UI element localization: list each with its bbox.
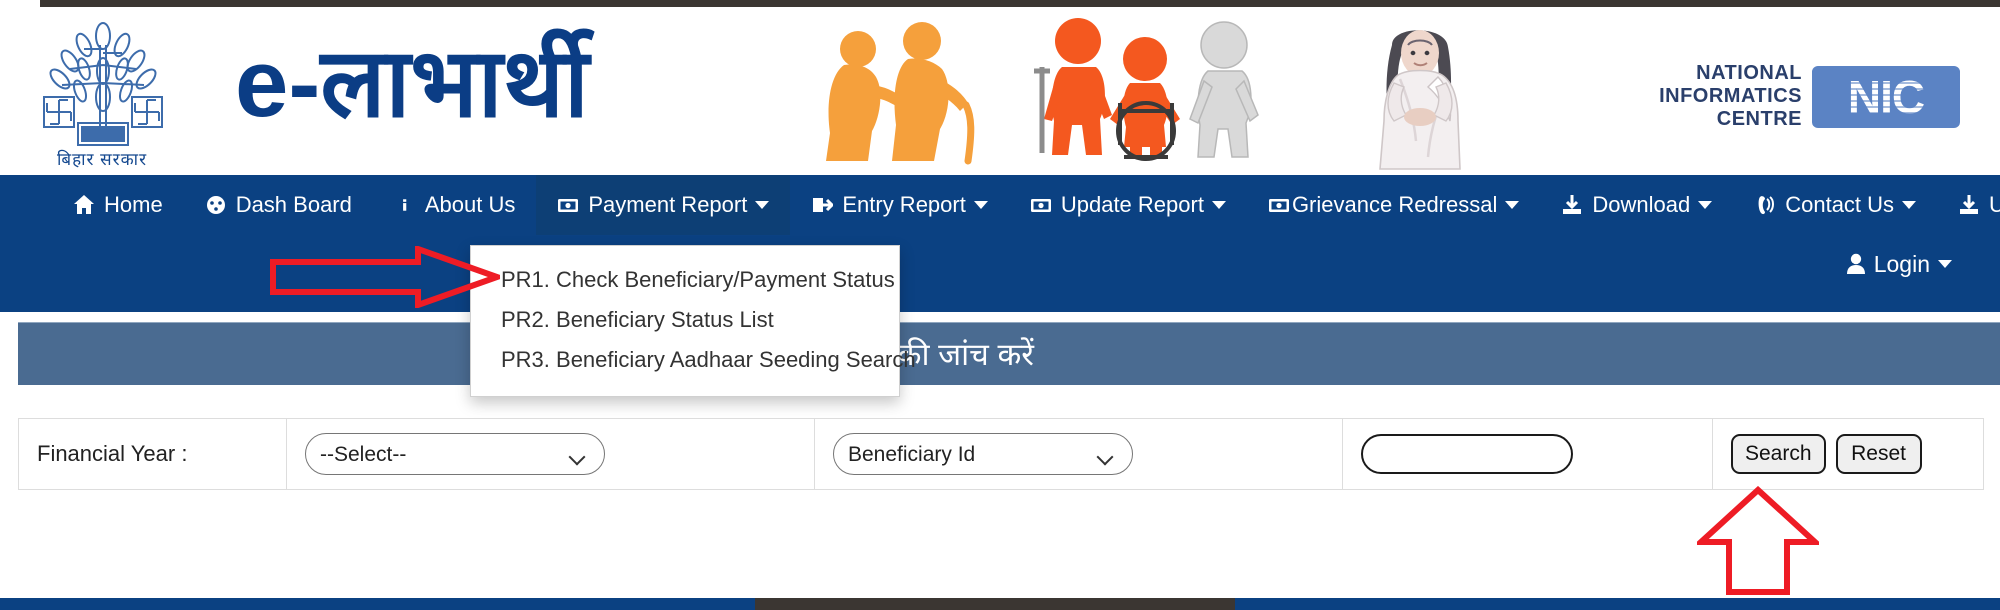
search-button[interactable]: Search bbox=[1731, 434, 1826, 474]
nav-item-about-us[interactable]: About Us bbox=[373, 175, 537, 235]
chevron-down-icon bbox=[1938, 260, 1952, 268]
financial-year-select-cell: --Select-- bbox=[287, 419, 815, 489]
nav-item-contact-us[interactable]: Contact Us bbox=[1733, 175, 1937, 235]
nav-item-label: Dash Board bbox=[235, 192, 352, 217]
woman-in-saree-illustration bbox=[1350, 17, 1490, 175]
money-icon bbox=[1268, 194, 1290, 216]
reset-button[interactable]: Reset bbox=[1835, 434, 1922, 474]
money-icon bbox=[1030, 194, 1052, 216]
form-row: Financial Year : --Select-- Beneficiary … bbox=[19, 419, 1983, 489]
chevron-down-icon bbox=[1505, 201, 1520, 209]
nic-logo: NATIONAL INFORMATICS CENTRE NIC bbox=[1659, 62, 1960, 131]
nav-item-label: Download bbox=[1592, 192, 1691, 217]
dropdown-item-pr1[interactable]: PR1. Check Beneficiary/Payment Status bbox=[471, 260, 899, 300]
nic-line-1: NATIONAL bbox=[1696, 62, 1802, 84]
footer-strip-dark-segment bbox=[755, 598, 1235, 610]
form-actions-cell: Search Reset bbox=[1713, 419, 1983, 489]
navbar-items: Home Dash Board About Us Payment Report Entr… bbox=[0, 175, 2000, 235]
nav-item-user-manual[interactable]: User Manual bbox=[1937, 175, 2000, 235]
nav-item-payment-report[interactable]: Payment Report bbox=[536, 175, 791, 235]
chevron-down-icon bbox=[1698, 201, 1713, 209]
download-icon bbox=[1958, 194, 1980, 216]
brand-dash: - bbox=[288, 30, 321, 137]
page-root: बिहार सरकार e-लाभार्थी NATIONAL INFORMAT… bbox=[0, 0, 2000, 610]
nav-item-label: Contact Us bbox=[1785, 192, 1895, 217]
chevron-down-icon bbox=[973, 201, 988, 209]
nav-item-home[interactable]: Home bbox=[52, 175, 184, 235]
top-strip-left-gap bbox=[0, 0, 40, 7]
dashboard-icon bbox=[205, 194, 227, 216]
login-label: Login bbox=[1873, 250, 1930, 277]
site-banner: बिहार सरकार e-लाभार्थी NATIONAL INFORMAT… bbox=[0, 7, 2000, 175]
brand-hindi: लाभार्थी bbox=[320, 30, 589, 137]
nic-mark-icon: NIC bbox=[1812, 65, 1960, 128]
home-icon bbox=[73, 194, 95, 216]
search-input[interactable] bbox=[1361, 434, 1573, 474]
nav-item-label: Grievance Redressal bbox=[1291, 192, 1498, 217]
top-strip bbox=[0, 0, 2000, 7]
search-type-select-cell: Beneficiary Id bbox=[815, 419, 1343, 489]
nav-item-label: Entry Report bbox=[842, 192, 966, 217]
elderly-couple-illustration bbox=[810, 21, 1010, 171]
annotation-arrow-up bbox=[1693, 485, 1823, 596]
search-value-cell bbox=[1343, 419, 1713, 489]
nic-line-3: CENTRE bbox=[1716, 108, 1802, 130]
nav-item-update-report[interactable]: Update Report bbox=[1009, 175, 1247, 235]
dropdown-item-pr3[interactable]: PR3. Beneficiary Aadhaar Seeding Search bbox=[471, 340, 916, 380]
nav-item-dash-board[interactable]: Dash Board bbox=[184, 175, 373, 235]
emblem-caption: बिहार सरकार bbox=[56, 150, 148, 169]
financial-year-label: Financial Year : bbox=[37, 441, 188, 466]
money-icon bbox=[557, 194, 579, 216]
nav-item-label: About Us bbox=[424, 192, 516, 217]
info-icon bbox=[394, 194, 416, 216]
nav-item-label: Update Report bbox=[1060, 192, 1204, 217]
financial-year-label-cell: Financial Year : bbox=[19, 419, 287, 489]
nic-mark-letters: NIC bbox=[1847, 70, 1925, 123]
user-icon bbox=[1846, 253, 1866, 275]
payment-report-dropdown-menu[interactable]: PR1. Check Beneficiary/Payment Status PR2… bbox=[470, 245, 916, 397]
dropdown-item-pr2[interactable]: PR2. Beneficiary Status List bbox=[471, 300, 899, 340]
search-form: Financial Year : --Select-- Beneficiary … bbox=[18, 418, 1984, 490]
search-type-select[interactable]: Beneficiary Id bbox=[833, 433, 1133, 475]
phone-icon bbox=[1754, 194, 1776, 216]
nic-line-2: INFORMATICS bbox=[1659, 85, 1802, 107]
chevron-down-icon bbox=[755, 201, 770, 209]
nav-item-label: Payment Report bbox=[588, 192, 748, 217]
nic-logo-text: NATIONAL INFORMATICS CENTRE bbox=[1659, 62, 1802, 131]
financial-year-select[interactable]: --Select-- bbox=[305, 433, 605, 475]
site-brand-wordmark: e-लाभार्थी bbox=[235, 29, 589, 139]
chevron-down-icon bbox=[1211, 201, 1226, 209]
login-button[interactable]: Login bbox=[1846, 235, 1952, 293]
brand-e: e bbox=[235, 30, 289, 137]
nav-item-download[interactable]: Download bbox=[1540, 175, 1733, 235]
search-type-select-wrap: Beneficiary Id bbox=[833, 433, 1133, 475]
page-title: लाभार्थी भुगतान स्थिति की जांच करें bbox=[18, 322, 2000, 385]
chevron-down-icon bbox=[1902, 201, 1917, 209]
nav-item-grievance-redressal[interactable]: Grievance Redressal bbox=[1247, 175, 1540, 235]
signin-icon bbox=[811, 194, 834, 216]
disability-support-illustration bbox=[1020, 15, 1270, 175]
financial-year-select-wrap: --Select-- bbox=[305, 433, 605, 475]
download-icon bbox=[1561, 194, 1583, 216]
nav-item-label: Home bbox=[104, 192, 163, 217]
nav-item-entry-report[interactable]: Entry Report bbox=[790, 175, 1009, 235]
nav-item-label: User Manual bbox=[1989, 192, 2000, 217]
main-navbar: Home Dash Board About Us Payment Report Entr… bbox=[0, 175, 2000, 312]
